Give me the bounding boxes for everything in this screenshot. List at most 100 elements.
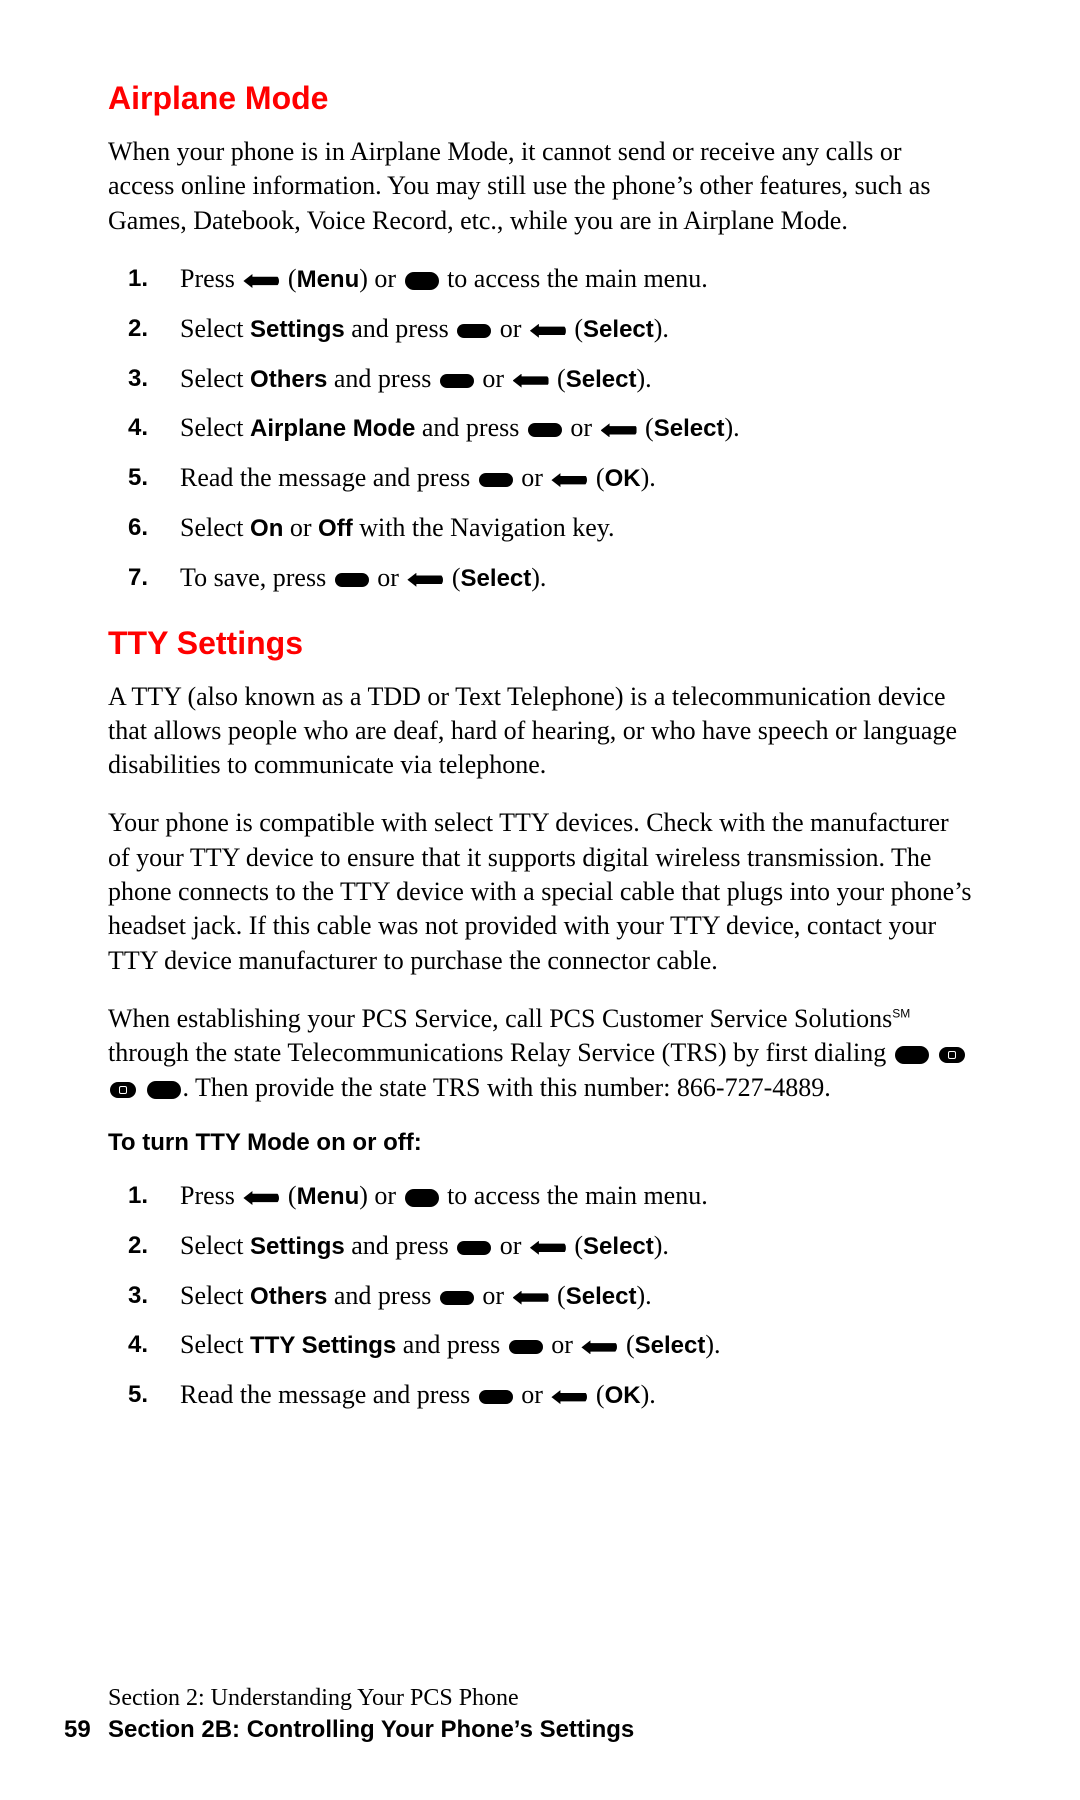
bold: Select (635, 1332, 706, 1359)
list-item: 6.Select On or Off with the Navigation k… (180, 511, 972, 545)
text: ) or (359, 264, 402, 293)
footer-section: Section 2: Understanding Your PCS Phone (108, 1685, 634, 1712)
list-item: 5.Read the message and press or (OK). (180, 1378, 972, 1412)
bold: Select (583, 1233, 654, 1260)
text: Select (180, 513, 250, 542)
ok-key-icon (457, 1241, 491, 1255)
text: Select (180, 364, 250, 393)
left-softkey-icon (551, 1390, 587, 1404)
step-number: 2. (128, 313, 148, 344)
text: ). (641, 1380, 656, 1409)
step-number: 4. (128, 1329, 148, 1360)
step-number: 2. (128, 1230, 148, 1261)
step-number: 7. (128, 562, 148, 593)
list-item: 4.Select Airplane Mode and press or (Sel… (180, 411, 972, 445)
bold: OK (605, 1382, 641, 1409)
left-softkey-icon (551, 473, 587, 487)
ok-key-icon (335, 573, 369, 587)
bold: Settings (250, 1233, 345, 1260)
step-number: 6. (128, 512, 148, 543)
text: Press (180, 1181, 241, 1210)
bold: On (250, 515, 283, 542)
bold: OK (605, 465, 641, 492)
heading-airplane-mode: Airplane Mode (108, 80, 972, 117)
bold: Others (250, 366, 327, 393)
step-number: 5. (128, 1379, 148, 1410)
airplane-steps: 1.Press (Menu) or to access the main men… (108, 262, 972, 595)
left-softkey-icon (243, 274, 279, 288)
list-item: 5.Read the message and press or (OK). (180, 461, 972, 495)
ok-key-icon (457, 324, 491, 338)
ok-key-icon (479, 1390, 513, 1404)
left-softkey-icon (407, 573, 443, 587)
text: Select (180, 413, 250, 442)
left-softkey-icon (513, 374, 549, 388)
bold: Menu (297, 266, 360, 293)
text: Select (180, 1330, 250, 1359)
ok-key-icon (405, 272, 439, 290)
text: Select (180, 1231, 250, 1260)
bold: TTY Settings (250, 1332, 396, 1359)
dial-key-icon (110, 1082, 136, 1098)
bold: Menu (297, 1183, 360, 1210)
text: ). (641, 463, 656, 492)
ok-key-icon (528, 423, 562, 437)
text: ). (531, 563, 546, 592)
page-number: 59 (64, 1716, 91, 1744)
list-item: 4.Select TTY Settings and press or (Sele… (180, 1328, 972, 1362)
text: or (283, 513, 318, 542)
text: ). (636, 364, 651, 393)
sm-mark: SM (892, 1006, 910, 1020)
text: . Then provide the state TRS with this n… (183, 1073, 831, 1102)
tty-paragraph-2: Your phone is compatible with select TTY… (108, 806, 972, 978)
text: ). (654, 314, 669, 343)
bold: Select (461, 565, 532, 592)
footer-subsection: Section 2B: Controlling Your Phone’s Set… (108, 1716, 634, 1744)
bold: Select (566, 1283, 637, 1310)
text: ). (724, 413, 739, 442)
text: Select (180, 1281, 250, 1310)
text: and press (345, 314, 455, 343)
tty-steps: 1.Press (Menu) or to access the main men… (108, 1179, 972, 1412)
text: and press (415, 413, 525, 442)
tty-subheading: To turn TTY Mode on or off: (108, 1129, 972, 1157)
page-footer: Section 2: Understanding Your PCS Phone … (108, 1685, 634, 1744)
ok-key-icon (440, 374, 474, 388)
left-softkey-icon (530, 324, 566, 338)
text: and press (396, 1330, 506, 1359)
left-softkey-icon (243, 1191, 279, 1205)
left-softkey-icon (513, 1291, 549, 1305)
step-number: 5. (128, 462, 148, 493)
step-number: 3. (128, 1280, 148, 1311)
step-number: 1. (128, 263, 148, 294)
bold: Airplane Mode (250, 415, 415, 442)
list-item: 3.Select Others and press or (Select). (180, 362, 972, 396)
bold: Settings (250, 316, 345, 343)
step-number: 3. (128, 363, 148, 394)
manual-page: Airplane Mode When your phone is in Airp… (0, 0, 1080, 1800)
dial-key-icon (939, 1047, 965, 1063)
dial-key-icon (147, 1081, 181, 1099)
text: through the state Telecommunications Rel… (108, 1038, 893, 1067)
dial-key-icon (895, 1046, 929, 1064)
list-item: 1.Press (Menu) or to access the main men… (180, 262, 972, 296)
text: to access the main menu. (441, 264, 708, 293)
text: Read the message and press (180, 463, 477, 492)
text: ). (705, 1330, 720, 1359)
bold: Others (250, 1283, 327, 1310)
text: Press (180, 264, 241, 293)
text: ). (636, 1281, 651, 1310)
text: ) or (359, 1181, 402, 1210)
left-softkey-icon (601, 423, 637, 437)
bold: Select (566, 366, 637, 393)
list-item: 7.To save, press or (Select). (180, 561, 972, 595)
left-softkey-icon (581, 1340, 617, 1354)
text: and press (327, 364, 437, 393)
ok-key-icon (509, 1340, 543, 1354)
list-item: 3.Select Others and press or (Select). (180, 1279, 972, 1313)
bold: Select (583, 316, 654, 343)
text: When establishing your PCS Service, call… (108, 1004, 892, 1033)
text: with the Navigation key. (353, 513, 615, 542)
ok-key-icon (479, 473, 513, 487)
ok-key-icon (405, 1189, 439, 1207)
